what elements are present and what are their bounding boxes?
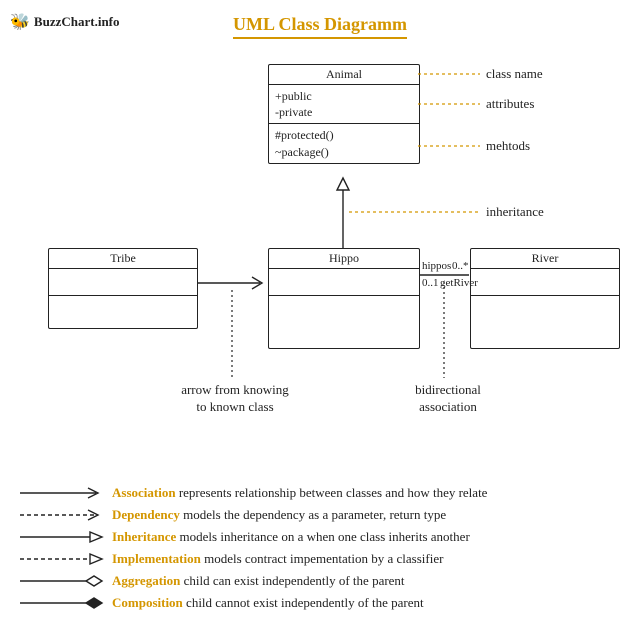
- note-arrow-l2: to known class: [160, 399, 310, 416]
- legend-aggregation: Aggregation child can exist independentl…: [18, 573, 618, 589]
- logo-text: BuzzChart.info: [34, 14, 120, 30]
- note-bidi-l1: bidirectional: [398, 382, 498, 399]
- class-tribe: Tribe: [48, 248, 198, 329]
- class-animal: Animal +public -private #protected() ~pa…: [268, 64, 420, 164]
- annot-attributes: attributes: [486, 96, 534, 112]
- legend-inheritance: Inheritance models inheritance on a when…: [18, 529, 618, 545]
- role-getriver: getRiver: [440, 277, 478, 289]
- class-hippo-attrs: [269, 269, 419, 296]
- legend-desc: models the dependency as a parameter, re…: [180, 507, 446, 522]
- legend-desc: models inheritance on a when one class i…: [176, 529, 470, 544]
- inheritance-arrow-icon: [18, 530, 104, 544]
- annot-class-name: class name: [486, 66, 543, 82]
- attr-public: +public: [275, 88, 413, 104]
- class-tribe-attrs: [49, 269, 197, 296]
- meth-package: ~package(): [275, 144, 413, 160]
- note-bidirectional: bidirectional association: [398, 382, 498, 416]
- legend-composition: Composition child cannot exist independe…: [18, 595, 618, 611]
- legend-dependency: Dependency models the dependency as a pa…: [18, 507, 618, 523]
- aggregation-arrow-icon: [18, 574, 104, 588]
- class-hippo-name: Hippo: [269, 249, 419, 269]
- mult-0star: 0..*: [452, 260, 469, 272]
- note-bidi-l2: association: [398, 399, 498, 416]
- class-animal-name: Animal: [269, 65, 419, 85]
- legend-term: Aggregation: [112, 573, 180, 588]
- legend-association: Association represents relationship betw…: [18, 485, 618, 501]
- legend-desc: represents relationship between classes …: [176, 485, 488, 500]
- annot-methods: mehtods: [486, 138, 530, 154]
- dependency-arrow-icon: [18, 508, 104, 522]
- class-river-attrs: [471, 269, 619, 296]
- legend-desc: child cannot exist independently of the …: [183, 595, 424, 610]
- page-title: UML Class Diagramm: [233, 14, 407, 39]
- class-river-meths: [471, 296, 619, 348]
- mult-01: 0..1: [422, 277, 439, 289]
- assoc-arrow-icon: [18, 486, 104, 500]
- class-hippo: Hippo: [268, 248, 420, 349]
- class-animal-attributes: +public -private: [269, 85, 419, 124]
- bee-icon: 🐝: [10, 12, 30, 32]
- legend-desc: models contract impementation by a class…: [201, 551, 444, 566]
- class-river: River: [470, 248, 620, 349]
- composition-arrow-icon: [18, 596, 104, 610]
- class-river-name: River: [471, 249, 619, 269]
- legend-term: Association: [112, 485, 176, 500]
- logo: 🐝 BuzzChart.info: [10, 12, 120, 32]
- legend-term: Implementation: [112, 551, 201, 566]
- class-tribe-meths: [49, 296, 197, 328]
- annot-inheritance: inheritance: [486, 204, 544, 220]
- class-tribe-name: Tribe: [49, 249, 197, 269]
- note-arrow-l1: arrow from knowing: [160, 382, 310, 399]
- legend-implementation: Implementation models contract impementa…: [18, 551, 618, 567]
- legend-term: Inheritance: [112, 529, 176, 544]
- implementation-arrow-icon: [18, 552, 104, 566]
- role-hippos: hippos: [422, 260, 451, 272]
- class-animal-methods: #protected() ~package(): [269, 124, 419, 162]
- class-hippo-meths: [269, 296, 419, 348]
- note-arrow-direction: arrow from knowing to known class: [160, 382, 310, 416]
- legend-desc: child can exist independently of the par…: [180, 573, 404, 588]
- legend: Association represents relationship betw…: [18, 485, 618, 617]
- legend-term: Dependency: [112, 507, 180, 522]
- legend-term: Composition: [112, 595, 183, 610]
- meth-protected: #protected(): [275, 127, 413, 143]
- attr-private: -private: [275, 104, 413, 120]
